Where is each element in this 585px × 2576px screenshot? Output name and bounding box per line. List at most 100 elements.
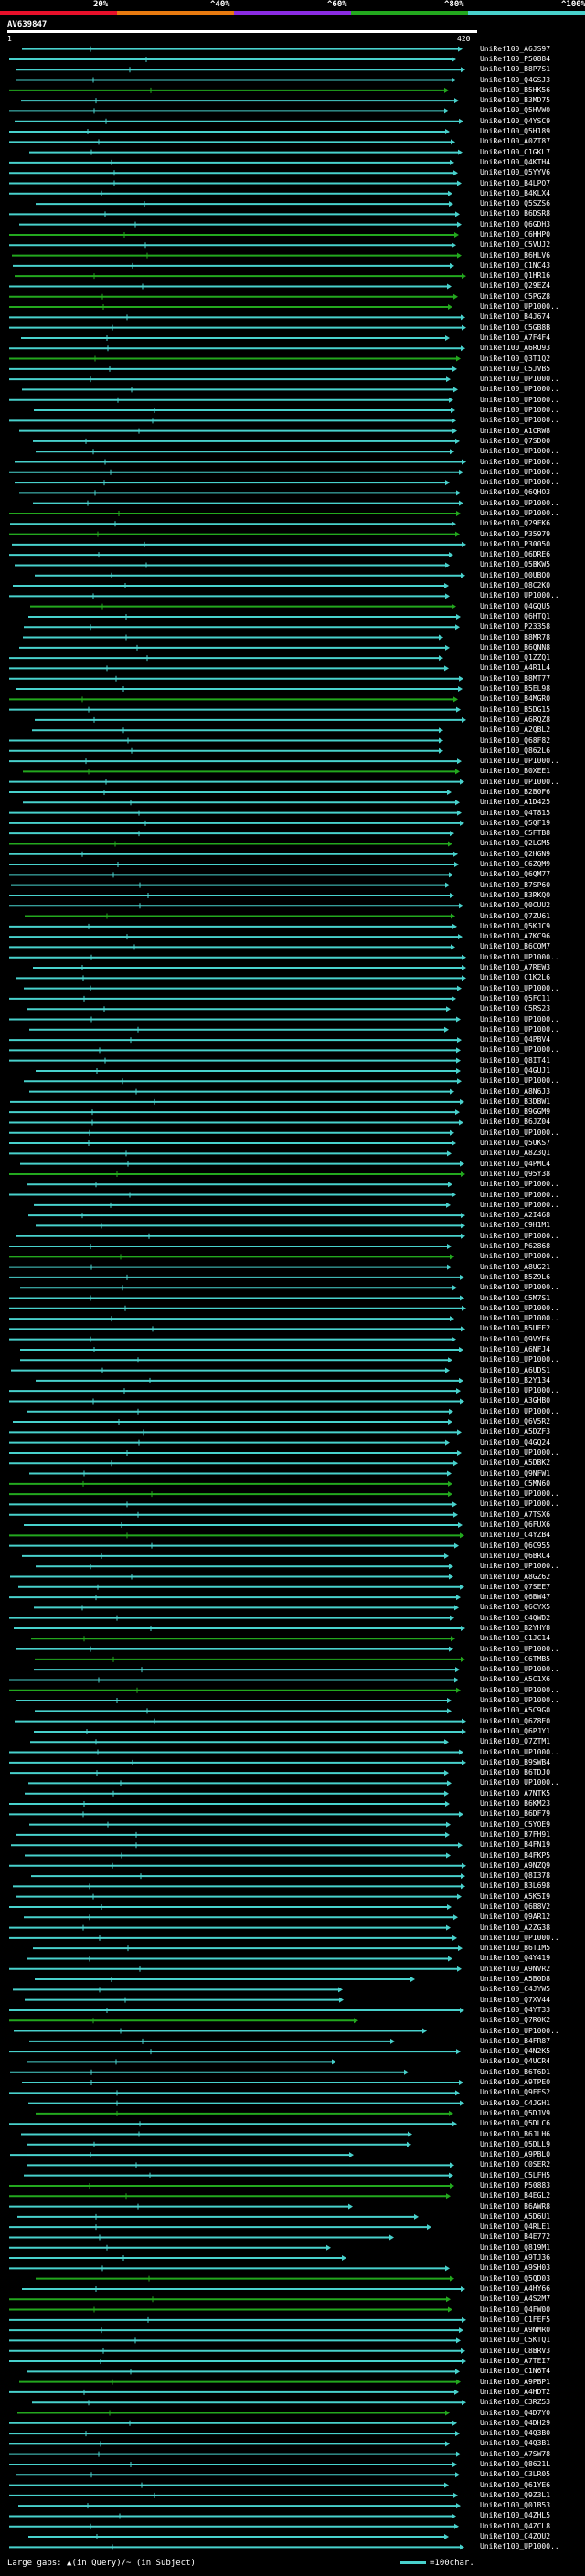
hit-label[interactable]: UniRef100_C6ZQM9 bbox=[480, 860, 550, 869]
hit-label[interactable]: UniRef100_B6QNN8 bbox=[480, 643, 550, 652]
hit-label[interactable]: UniRef100_C5RS23 bbox=[480, 1004, 550, 1013]
hit-label[interactable]: UniRef100_Q4ZHL5 bbox=[480, 2511, 550, 2520]
hit-label[interactable]: UniRef100_C5M7S1 bbox=[480, 1294, 550, 1303]
hit-label[interactable]: UniRef100_UP1000.. bbox=[480, 757, 559, 766]
hit-label[interactable]: UniRef100_C4JGH1 bbox=[480, 2099, 550, 2108]
hit-label[interactable]: UniRef100_Q6CYX5 bbox=[480, 1603, 550, 1612]
hit-label[interactable]: UniRef100_A8GZ62 bbox=[480, 1573, 550, 1582]
hit-label[interactable]: UniRef100_UP1000.. bbox=[480, 1665, 559, 1674]
hit-label[interactable]: UniRef100_P50884 bbox=[480, 55, 550, 64]
hit-label[interactable]: UniRef100_B6JLH6 bbox=[480, 2130, 550, 2139]
hit-label[interactable]: UniRef100_Q6QHO3 bbox=[480, 488, 550, 497]
hit-label[interactable]: UniRef100_UP1000.. bbox=[480, 1129, 559, 1138]
hit-label[interactable]: UniRef100_UP1000.. bbox=[480, 953, 559, 962]
hit-label[interactable]: UniRef100_C5MN60 bbox=[480, 1479, 550, 1489]
hit-label[interactable]: UniRef100_A5DZF3 bbox=[480, 1427, 550, 1436]
hit-label[interactable]: UniRef100_B4FKP5 bbox=[480, 1851, 550, 1860]
hit-label[interactable]: UniRef100_C1N6T4 bbox=[480, 2367, 550, 2376]
hit-label[interactable]: UniRef100_UP1000.. bbox=[480, 1314, 559, 1323]
hit-label[interactable]: UniRef100_C1K2L6 bbox=[480, 973, 550, 982]
hit-label[interactable]: UniRef100_A9TPE0 bbox=[480, 2078, 550, 2087]
hit-label[interactable]: UniRef100_B5HK56 bbox=[480, 86, 550, 95]
hit-label[interactable]: UniRef100_B6JZ04 bbox=[480, 1118, 550, 1127]
hit-label[interactable]: UniRef100_B6AWR8 bbox=[480, 2202, 550, 2211]
hit-label[interactable]: UniRef100_C5FTB8 bbox=[480, 829, 550, 838]
hit-label[interactable]: UniRef100_UP1000.. bbox=[480, 1562, 559, 1571]
hit-label[interactable]: UniRef100_B2B0F6 bbox=[480, 788, 550, 797]
hit-label[interactable]: UniRef100_UP1000.. bbox=[480, 778, 559, 787]
hit-label[interactable]: UniRef100_B7SP60 bbox=[480, 881, 550, 890]
hit-label[interactable]: UniRef100_UP1000.. bbox=[480, 1201, 559, 1210]
hit-label[interactable]: UniRef100_Q68F82 bbox=[480, 737, 550, 746]
hit-label[interactable]: UniRef100_Q4GQU5 bbox=[480, 602, 550, 611]
hit-label[interactable]: UniRef100_UP1000.. bbox=[480, 499, 559, 508]
hit-label[interactable]: UniRef100_C4JYW5 bbox=[480, 1985, 550, 1994]
hit-label[interactable]: UniRef100_UP1000.. bbox=[480, 1283, 559, 1292]
hit-label[interactable]: UniRef100_Q4Y419 bbox=[480, 1954, 550, 1963]
hit-label[interactable]: UniRef100_UP1000.. bbox=[480, 1076, 559, 1086]
hit-label[interactable]: UniRef100_B4E772 bbox=[480, 2232, 550, 2242]
hit-label[interactable]: UniRef100_Q6BRC4 bbox=[480, 1552, 550, 1561]
hit-label[interactable]: UniRef100_B4FR87 bbox=[480, 2037, 550, 2046]
hit-label[interactable]: UniRef100_UP1000.. bbox=[480, 375, 559, 384]
hit-label[interactable]: UniRef100_Q819M1 bbox=[480, 2243, 550, 2253]
hit-label[interactable]: UniRef100_Q4T815 bbox=[480, 809, 550, 818]
hit-label[interactable]: UniRef100_Q4Q3B0 bbox=[480, 2429, 550, 2438]
hit-label[interactable]: UniRef100_B6T6D1 bbox=[480, 2068, 550, 2077]
hit-label[interactable]: UniRef100_B2YHY8 bbox=[480, 1624, 550, 1633]
hit-label[interactable]: UniRef100_UP1000.. bbox=[480, 1778, 559, 1787]
hit-label[interactable]: UniRef100_UP1000.. bbox=[480, 1015, 559, 1024]
hit-label[interactable]: UniRef100_A2I468 bbox=[480, 1211, 550, 1220]
hit-label[interactable]: UniRef100_B3DBW1 bbox=[480, 1097, 550, 1107]
hit-label[interactable]: UniRef100_Q2HGN9 bbox=[480, 850, 550, 859]
hit-label[interactable]: UniRef100_Q9NFW1 bbox=[480, 1469, 550, 1479]
hit-label[interactable]: UniRef100_UP1000.. bbox=[480, 1355, 559, 1364]
hit-label[interactable]: UniRef100_C6TMB5 bbox=[480, 1655, 550, 1664]
hit-label[interactable]: UniRef100_Q6QM77 bbox=[480, 870, 550, 879]
hit-label[interactable]: UniRef100_UP1000.. bbox=[480, 591, 559, 600]
hit-label[interactable]: UniRef100_UP1000.. bbox=[480, 1045, 559, 1055]
hit-label[interactable]: UniRef100_Q9VYE6 bbox=[480, 1335, 550, 1344]
hit-label[interactable]: UniRef100_A2ZG38 bbox=[480, 1924, 550, 1933]
hit-label[interactable]: UniRef100_C5LFH5 bbox=[480, 2171, 550, 2180]
hit-label[interactable]: UniRef100_B4MGR0 bbox=[480, 694, 550, 704]
hit-label[interactable]: UniRef100_B8MR78 bbox=[480, 633, 550, 642]
hit-label[interactable]: UniRef100_C3RZ53 bbox=[480, 2398, 550, 2407]
hit-label[interactable]: UniRef100_UP1000.. bbox=[480, 416, 559, 425]
hit-label[interactable]: UniRef100_Q8IT41 bbox=[480, 1056, 550, 1065]
hit-label[interactable]: UniRef100_UP1000.. bbox=[480, 478, 559, 487]
hit-label[interactable]: UniRef100_C4ZQU2 bbox=[480, 2532, 550, 2541]
hit-label[interactable]: UniRef100_Q5KJC9 bbox=[480, 922, 550, 931]
hit-label[interactable]: UniRef100_A1CRW8 bbox=[480, 427, 550, 436]
hit-label[interactable]: UniRef100_Q6C955 bbox=[480, 1542, 550, 1551]
hit-label[interactable]: UniRef100_Q29FK6 bbox=[480, 519, 550, 528]
hit-label[interactable]: UniRef100_Q29EZ4 bbox=[480, 281, 550, 291]
hit-label[interactable]: UniRef100_B6CQM7 bbox=[480, 942, 550, 951]
hit-label[interactable]: UniRef100_C1NC43 bbox=[480, 261, 550, 270]
hit-label[interactable]: UniRef100_A7TSX6 bbox=[480, 1511, 550, 1520]
hit-label[interactable]: UniRef100_Q4UCR4 bbox=[480, 2057, 550, 2066]
hit-label[interactable]: UniRef100_C1FEF5 bbox=[480, 2316, 550, 2325]
hit-label[interactable]: UniRef100_A5B0D8 bbox=[480, 1975, 550, 1984]
hit-label[interactable]: UniRef100_Q8C2K0 bbox=[480, 581, 550, 590]
hit-label[interactable]: UniRef100_Q4GSJ3 bbox=[480, 76, 550, 85]
hit-label[interactable]: UniRef100_C5JVB5 bbox=[480, 365, 550, 374]
hit-label[interactable]: UniRef100_B3L698 bbox=[480, 1882, 550, 1891]
hit-label[interactable]: UniRef100_UP1000.. bbox=[480, 1645, 559, 1654]
hit-label[interactable]: UniRef100_B7FH91 bbox=[480, 1830, 550, 1839]
hit-label[interactable]: UniRef100_Q4PBV4 bbox=[480, 1035, 550, 1044]
hit-label[interactable]: UniRef100_Q0CUU2 bbox=[480, 901, 550, 910]
hit-label[interactable]: UniRef100_B9SWB4 bbox=[480, 1758, 550, 1767]
hit-label[interactable]: UniRef100_UP1000.. bbox=[480, 1489, 559, 1499]
hit-label[interactable]: UniRef100_B5Z9L6 bbox=[480, 1273, 550, 1282]
hit-label[interactable]: UniRef100_Q8621L bbox=[480, 2460, 550, 2469]
hit-label[interactable]: UniRef100_UP1000.. bbox=[480, 1304, 559, 1313]
hit-label[interactable]: UniRef100_Q5SZS6 bbox=[480, 199, 550, 208]
hit-label[interactable]: UniRef100_UP1000.. bbox=[480, 1407, 559, 1416]
hit-label[interactable]: UniRef100_UP1000.. bbox=[480, 1025, 559, 1034]
hit-label[interactable]: UniRef100_B6KM23 bbox=[480, 1799, 550, 1808]
hit-label[interactable]: UniRef100_UP1000.. bbox=[480, 447, 559, 456]
hit-label[interactable]: UniRef100_Q61YE6 bbox=[480, 2481, 550, 2490]
hit-label[interactable]: UniRef100_Q5QF19 bbox=[480, 819, 550, 828]
hit-label[interactable]: UniRef100_Q5UKS7 bbox=[480, 1139, 550, 1148]
